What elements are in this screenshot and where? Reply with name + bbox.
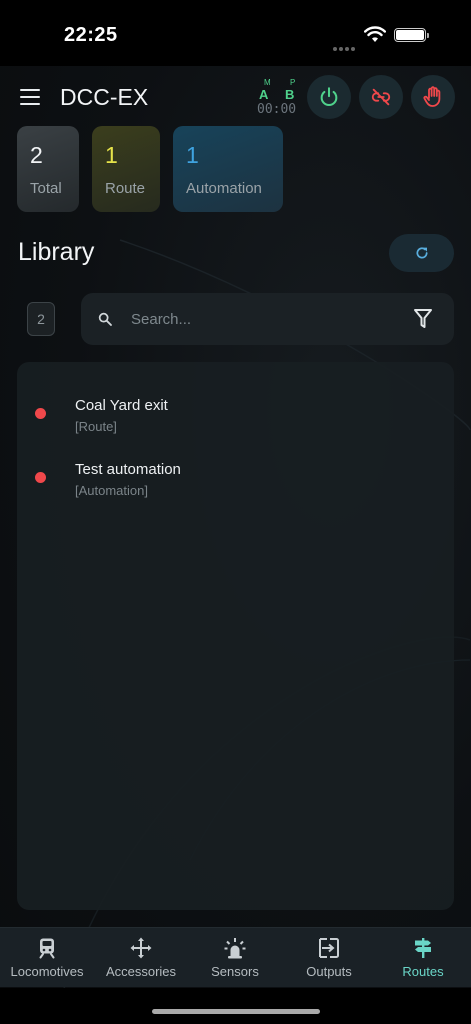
stat-route-label: Route [105,180,146,197]
stat-total-value: 2 [30,142,43,168]
app-screen: 22:25 DCC-EX M A P B 00:00 2 Total 1 Rou… [0,0,471,1024]
stat-automation-value: 1 [186,142,199,168]
beacon-icon [224,938,246,959]
track-b-mode: P [290,78,296,87]
nav-locomotives[interactable]: Locomotives [0,928,94,988]
stat-card-route[interactable]: 1 Route [92,126,160,212]
status-time: 22:25 [64,24,118,46]
nav-accessories[interactable]: Accessories [94,928,188,988]
search-bar [81,293,454,345]
battery-icon [394,28,429,42]
filter-icon[interactable] [413,308,433,330]
stat-total-label: Total [30,180,62,197]
signpost-icon [415,938,431,958]
item-type: [Automation] [75,483,148,498]
nav-label-locomotives: Locomotives [10,964,84,979]
list-item[interactable]: Coal Yard exit [Route] [17,392,454,450]
bottom-navigation: Locomotives Accessories Sensors Outputs … [0,927,471,987]
library-list: Coal Yard exit [Route] Test automation [… [17,362,454,910]
home-indicator[interactable] [152,1009,320,1014]
emergency-stop-button[interactable] [411,75,455,119]
track-a-mode: M [264,78,271,87]
search-input[interactable] [131,307,401,331]
output-icon [319,938,339,958]
track-b-label: B [285,87,295,102]
item-type: [Route] [75,419,117,434]
item-name: Test automation [75,461,181,478]
nav-label-sensors: Sensors [211,964,259,979]
nav-sensors[interactable]: Sensors [188,928,282,988]
search-icon [98,312,112,326]
menu-icon[interactable] [20,89,40,105]
stat-card-automation[interactable]: 1 Automation [173,126,283,212]
nav-routes[interactable]: Routes [376,928,470,988]
stat-card-total[interactable]: 2 Total [17,126,79,212]
power-button[interactable] [307,75,351,119]
track-a-label: A [259,87,269,102]
nav-outputs[interactable]: Outputs [282,928,376,988]
train-icon [39,938,55,959]
nav-label-routes: Routes [402,964,444,979]
cellular-signal-icon [333,38,357,56]
item-name: Coal Yard exit [75,397,168,414]
refresh-button[interactable] [389,234,454,272]
home-indicator-area [0,988,471,1024]
status-dot [35,408,46,419]
result-count-badge: 2 [27,302,55,336]
refresh-icon [415,247,428,259]
stat-route-value: 1 [105,142,118,168]
library-title: Library [18,238,95,266]
fast-clock: 00:00 [257,102,297,117]
hand-stop-icon [423,86,441,107]
app-title: DCC-EX [60,84,149,110]
move-arrows-icon [130,937,152,959]
stat-automation-label: Automation [186,180,262,197]
app-bar: DCC-EX M A P B 00:00 [0,66,471,126]
status-bar: 22:25 [0,0,471,66]
power-icon [320,87,338,106]
link-off-icon [371,88,391,106]
list-item[interactable]: Test automation [Automation] [17,456,454,514]
track-power-status: M A P B 00:00 [255,72,299,117]
wifi-icon [364,26,386,42]
nav-label-accessories: Accessories [105,964,177,979]
disconnect-button[interactable] [359,75,403,119]
nav-label-outputs: Outputs [306,964,352,979]
status-dot [35,472,46,483]
